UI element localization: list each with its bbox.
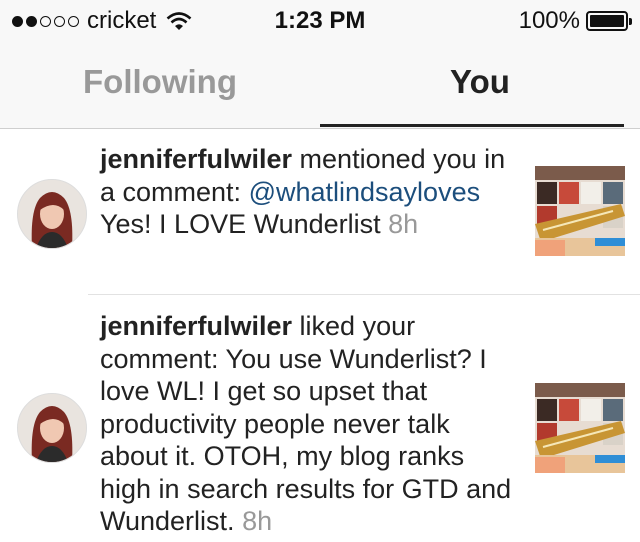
post-thumbnail-image (535, 383, 625, 473)
tab-you[interactable]: You (320, 40, 640, 128)
comment-text: Yes! I LOVE Wunderlist (100, 209, 389, 239)
tab-following[interactable]: Following (0, 40, 320, 128)
username-link[interactable]: jenniferfulwiler (100, 311, 292, 341)
activity-tabs: Following You (0, 40, 640, 129)
notification-text: jenniferfulwiler liked your comment: You… (100, 310, 520, 538)
timestamp: 8h (242, 506, 273, 536)
avatar-image (18, 180, 86, 248)
timestamp: 8h (388, 209, 419, 239)
avatar[interactable] (17, 393, 87, 463)
battery-fill (590, 15, 624, 27)
active-tab-indicator (320, 124, 624, 127)
notification-text: jenniferfulwiler mentioned you in a comm… (100, 143, 520, 241)
post-thumbnail[interactable] (535, 166, 625, 256)
battery-percent: 100% (518, 7, 580, 34)
battery-icon (586, 11, 632, 31)
battery-tip (629, 18, 632, 25)
status-right: 100% (518, 7, 632, 35)
mention-link[interactable]: @whatlindsayloves (249, 177, 481, 207)
post-thumbnail[interactable] (535, 383, 625, 473)
notification-item[interactable]: jenniferfulwiler mentioned you in a comm… (0, 128, 640, 294)
status-bar: cricket 1:23 PM 100% (0, 0, 640, 40)
username-link[interactable]: jenniferfulwiler (100, 144, 292, 174)
post-thumbnail-image (535, 166, 625, 256)
avatar[interactable] (17, 179, 87, 249)
avatar-image (18, 394, 86, 462)
notification-item[interactable]: jenniferfulwiler liked your comment: You… (0, 295, 640, 542)
notification-action: liked your comment: You use Wunderlist? … (100, 311, 512, 536)
